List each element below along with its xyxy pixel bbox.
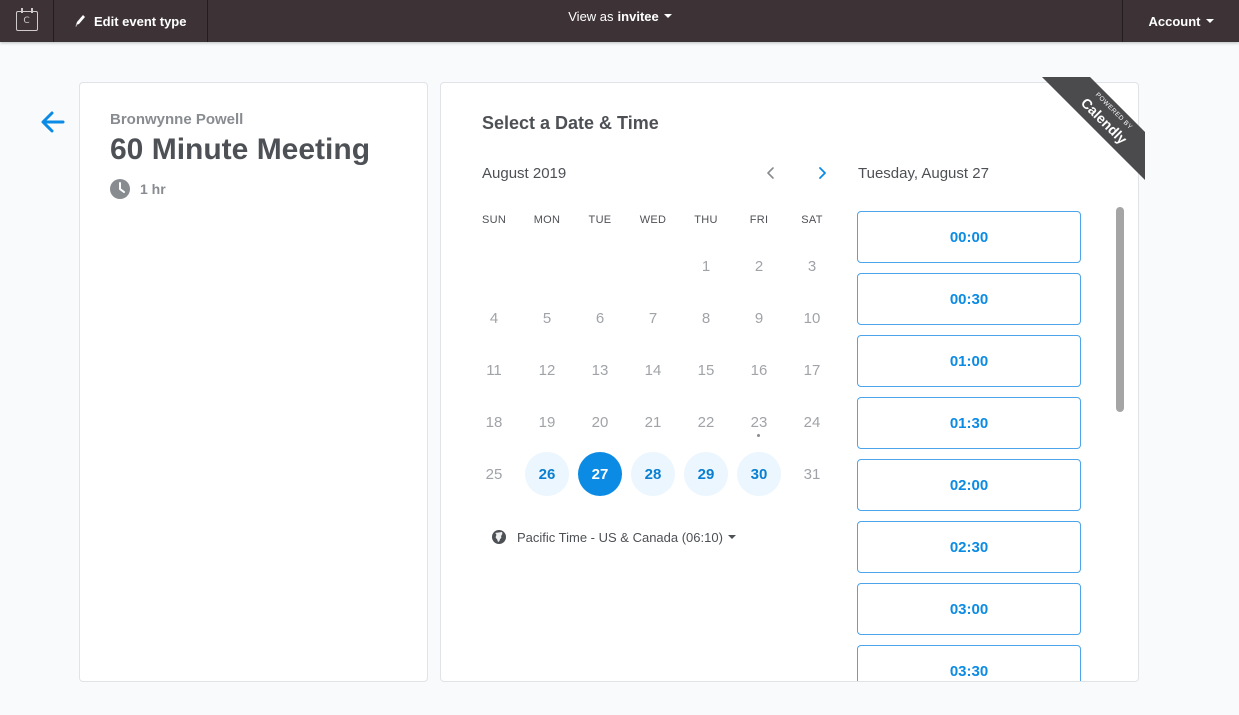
today-indicator-dot	[757, 434, 760, 437]
selected-date-label: Tuesday, August 27	[858, 165, 989, 182]
calendar-day: 12	[538, 361, 556, 379]
panel-title: Select a Date & Time	[482, 113, 659, 133]
view-as-label: View as	[568, 8, 614, 24]
back-arrow-icon[interactable]	[40, 110, 66, 134]
weekday-header: THU	[694, 214, 718, 226]
powered-by-ribbon[interactable]: POWERED BY Calendly	[1039, 77, 1145, 183]
calendar-icon: C	[15, 8, 38, 31]
time-slot-button[interactable]: 00:30	[857, 273, 1081, 325]
calendar-day: 25	[485, 465, 503, 483]
calendar-day: 9	[754, 309, 764, 327]
calendar-day[interactable]: 29	[684, 452, 728, 496]
globe-icon	[492, 530, 506, 544]
edit-event-type-label: Edit event type	[94, 13, 187, 29]
account-label: Account	[1148, 13, 1201, 29]
date-time-panel: Select a Date & Time August 2019 SUN MON T…	[440, 82, 1139, 682]
pencil-icon	[75, 15, 85, 27]
calendar-day[interactable]: 26	[525, 452, 569, 496]
top-bar: C Edit event type View as invitee Accoun…	[0, 0, 1239, 42]
weekday-header: WED	[639, 214, 667, 226]
time-slot-button[interactable]: 02:00	[857, 459, 1081, 511]
time-slot-button[interactable]: 03:30	[857, 645, 1081, 681]
caret-down-icon	[663, 14, 672, 18]
calendar-day: 22	[697, 413, 715, 431]
view-as-role: invitee	[617, 8, 659, 24]
calendar-day: 10	[803, 309, 821, 327]
calendar-day: 31	[803, 465, 821, 483]
calendar-day[interactable]: 30	[737, 452, 781, 496]
calendar-day: 14	[644, 361, 662, 379]
calendar-month: August 2019	[482, 165, 567, 182]
duration-label: 1 hr	[140, 181, 166, 197]
calendar-day-selected[interactable]: 27	[578, 452, 622, 496]
calendar-day: 15	[697, 361, 715, 379]
time-slot-button[interactable]: 00:00	[857, 211, 1081, 263]
calendar-day: 23	[750, 413, 768, 431]
event-duration: 1 hr	[110, 179, 166, 199]
view-as-dropdown[interactable]: View as invitee	[540, 0, 700, 32]
calendar-day: 11	[486, 361, 502, 379]
scrollbar-thumb[interactable]	[1116, 207, 1124, 412]
event-title: 60 Minute Meeting	[110, 133, 371, 166]
time-slot-button[interactable]: 01:00	[857, 335, 1081, 387]
calendar-day: 6	[595, 309, 605, 327]
calendar-day: 3	[807, 257, 817, 275]
time-slot-button[interactable]: 03:00	[857, 583, 1081, 635]
event-details-panel: Bronwynne Powell 60 Minute Meeting 1 hr	[79, 82, 428, 682]
next-month-button[interactable]	[814, 165, 830, 181]
calendar-day: 1	[701, 257, 711, 275]
previous-month-button[interactable]	[763, 165, 779, 181]
calendar-day: 5	[542, 309, 552, 327]
calendar-day: 20	[591, 413, 609, 431]
weekday-header: FRI	[749, 214, 769, 226]
calendar-day[interactable]: 28	[631, 452, 675, 496]
weekday-header: SUN	[481, 214, 507, 226]
calendar-day: 2	[754, 257, 764, 275]
caret-down-icon	[1205, 19, 1214, 23]
weekday-header: TUE	[588, 214, 612, 226]
calendar-day: 19	[538, 413, 556, 431]
calendar-day: 21	[644, 413, 662, 431]
calendar-day: 24	[803, 413, 821, 431]
edit-event-type-button[interactable]: Edit event type	[54, 0, 208, 42]
home-button[interactable]: C	[0, 0, 54, 42]
calendar-day: 13	[591, 361, 609, 379]
time-slot-button[interactable]: 02:30	[857, 521, 1081, 573]
account-menu[interactable]: Account	[1122, 0, 1239, 42]
calendar-day: 8	[701, 309, 711, 327]
calendar-day: 7	[648, 309, 658, 327]
calendar-day: 17	[803, 361, 821, 379]
weekday-header: SAT	[801, 214, 823, 226]
timezone-label: Pacific Time - US & Canada (06:10)	[517, 529, 723, 545]
caret-down-icon	[727, 535, 736, 539]
calendar-day: 16	[750, 361, 768, 379]
clock-icon	[110, 179, 130, 199]
timezone-selector[interactable]: Pacific Time - US & Canada (06:10)	[491, 529, 736, 545]
weekday-header: MON	[533, 214, 561, 226]
time-slot-button[interactable]: 01:30	[857, 397, 1081, 449]
host-name: Bronwynne Powell	[110, 111, 244, 128]
calendar-day: 4	[489, 309, 499, 327]
calendar-day: 18	[485, 413, 503, 431]
